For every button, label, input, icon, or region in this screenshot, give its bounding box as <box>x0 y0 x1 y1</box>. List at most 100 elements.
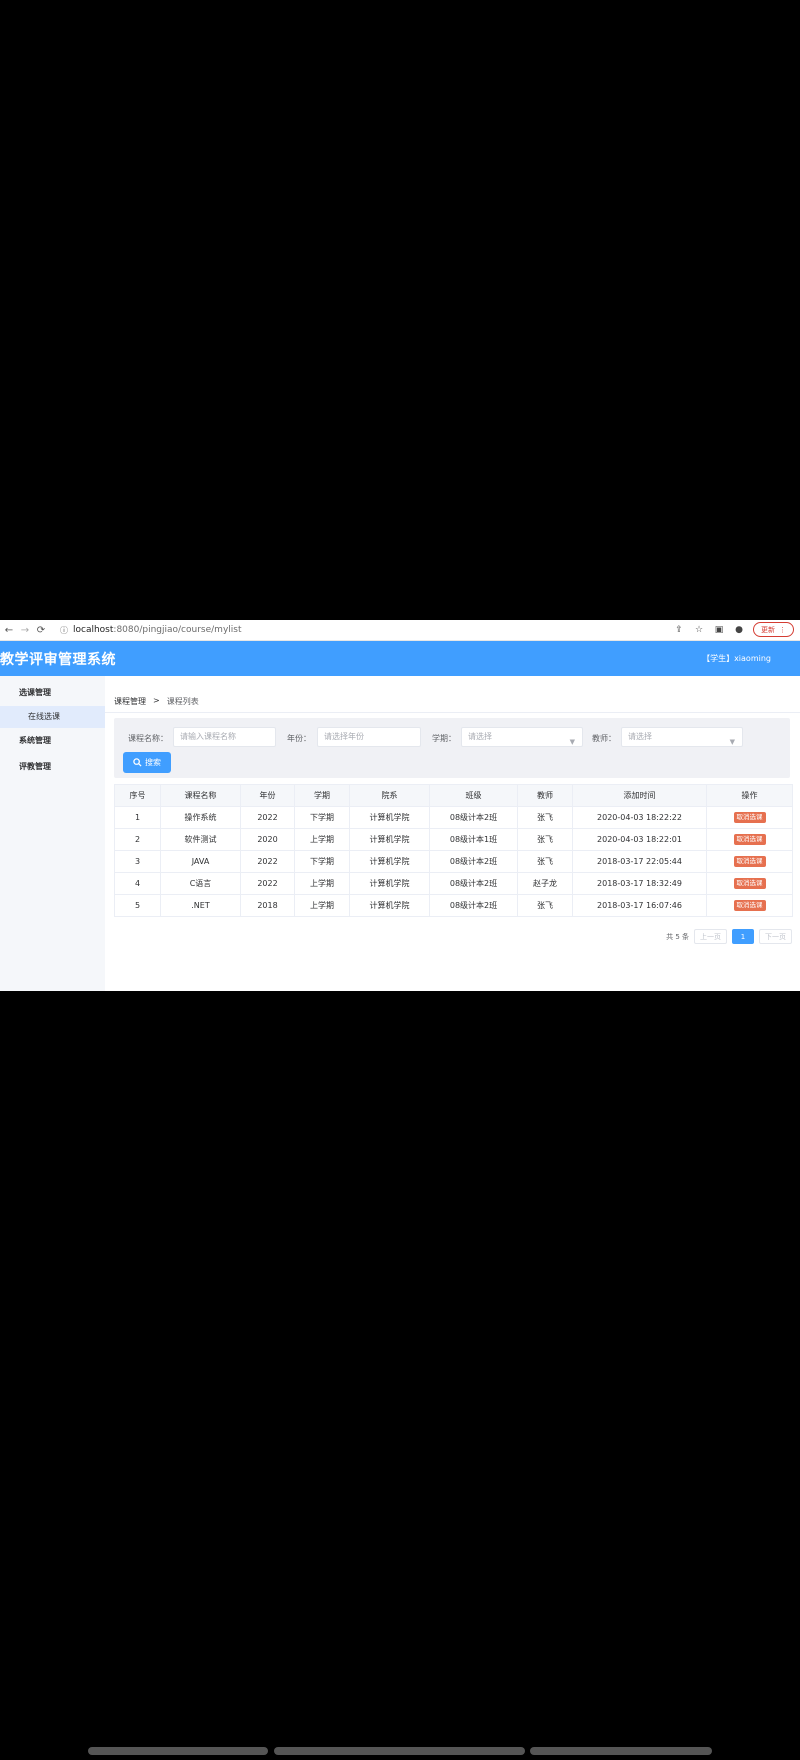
cell-dept: 计算机学院 <box>349 828 430 851</box>
cancel-selection-button[interactable]: 取消选课 <box>733 834 766 845</box>
cell-time: 2020-04-03 18:22:01 <box>572 828 707 851</box>
cancel-selection-button[interactable]: 取消选课 <box>733 900 766 911</box>
cancel-selection-button[interactable]: 取消选课 <box>733 878 766 889</box>
cancel-selection-button[interactable]: 取消选课 <box>733 812 766 823</box>
scroll-strip[interactable] <box>88 1747 268 1755</box>
cell-teacher: 张飞 <box>517 894 573 917</box>
cell-action: 取消选课 <box>706 872 793 895</box>
app-header: 教学评审管理系统 【学生】xiaoming <box>0 641 800 676</box>
breadcrumb-root[interactable]: 课程管理 <box>114 696 146 707</box>
teacher-select-value: 请选择 <box>628 732 652 741</box>
search-icon <box>133 758 142 767</box>
table-row: 4 C语言 2022 上学期 计算机学院 08级计本2班 赵子龙 2018-03… <box>114 872 793 895</box>
update-label: 更新 <box>761 625 775 634</box>
breadcrumb-current: 课程列表 <box>166 697 199 706</box>
cancel-selection-button[interactable]: 取消选课 <box>733 856 766 867</box>
cell-time: 2018-03-17 16:07:46 <box>572 894 707 917</box>
pagination-total: 共 5 条 <box>666 932 689 941</box>
cell-year: 2022 <box>240 872 295 895</box>
table-row: 2 软件测试 2020 上学期 计算机学院 08级计本1班 张飞 2020-04… <box>114 828 793 851</box>
sidebar-group-system[interactable]: 系统管理 <box>0 728 105 754</box>
table-row: 3 JAVA 2022 下学期 计算机学院 08级计本2班 张飞 2018-03… <box>114 850 793 873</box>
cell-action: 取消选课 <box>706 828 793 851</box>
teacher-select[interactable]: 请选择 ▼ <box>621 727 743 747</box>
filter-panel: 课程名称： 请输入课程名称 年份： 请选择年份 学期： 请选择 ▼ 教师： 请选… <box>114 718 790 778</box>
cell-teacher: 张飞 <box>517 828 573 851</box>
cell-term: 上学期 <box>294 828 350 851</box>
cell-course: .NET <box>160 894 241 917</box>
cell-term: 上学期 <box>294 872 350 895</box>
col-header: 教师 <box>517 784 573 807</box>
cell-class: 08级计本2班 <box>429 872 518 895</box>
divider <box>105 712 800 713</box>
cell-year: 2020 <box>240 828 295 851</box>
sidebar-group-course-selection[interactable]: 选课管理 <box>0 680 105 706</box>
cell-year: 2022 <box>240 806 295 829</box>
side-panel-icon[interactable]: ▣ <box>713 624 725 636</box>
cell-dept: 计算机学院 <box>349 894 430 917</box>
cell-class: 08级计本1班 <box>429 828 518 851</box>
url-path: :8080/pingjiao/course/mylist <box>113 625 242 635</box>
sidebar-group-evaluation[interactable]: 评教管理 <box>0 754 105 780</box>
term-select-value: 请选择 <box>468 732 492 741</box>
term-select[interactable]: 请选择 ▼ <box>461 727 583 747</box>
cell-class: 08级计本2班 <box>429 894 518 917</box>
forward-icon[interactable]: → <box>18 623 32 637</box>
cell-action: 取消选课 <box>706 806 793 829</box>
back-icon[interactable]: ← <box>2 623 16 637</box>
cell-dept: 计算机学院 <box>349 850 430 873</box>
chevron-down-icon: ▼ <box>729 738 735 746</box>
share-icon[interactable]: ⇪ <box>673 624 685 636</box>
table-row: 5 .NET 2018 上学期 计算机学院 08级计本2班 张飞 2018-03… <box>114 894 793 917</box>
course-name-input[interactable]: 请输入课程名称 <box>173 727 276 747</box>
breadcrumb-separator: > <box>153 696 160 705</box>
cell-no: 4 <box>114 872 161 895</box>
cell-term: 下学期 <box>294 806 350 829</box>
cell-action: 取消选课 <box>706 850 793 873</box>
prev-page-button[interactable]: 上一页 <box>694 929 727 944</box>
cell-course: JAVA <box>160 850 241 873</box>
more-icon: ⋮ <box>779 625 786 634</box>
reload-icon[interactable]: ⟳ <box>34 623 48 637</box>
col-header: 课程名称 <box>160 784 241 807</box>
chevron-down-icon: ▼ <box>569 738 575 746</box>
col-header: 添加时间 <box>572 784 707 807</box>
cell-no: 5 <box>114 894 161 917</box>
cell-no: 3 <box>114 850 161 873</box>
cell-teacher: 赵子龙 <box>517 872 573 895</box>
cell-time: 2018-03-17 18:32:49 <box>572 872 707 895</box>
search-label: 搜索 <box>145 758 161 767</box>
breadcrumb: 课程管理 > 课程列表 <box>114 696 199 707</box>
next-page-button[interactable]: 下一页 <box>759 929 792 944</box>
year-input[interactable]: 请选择年份 <box>317 727 421 747</box>
teacher-label: 教师： <box>592 734 616 743</box>
sidebar: 选课管理 在线选课 系统管理 评教管理 <box>0 676 105 991</box>
cell-teacher: 张飞 <box>517 850 573 873</box>
site-info-icon[interactable]: ⓘ <box>60 625 68 636</box>
page-number-button[interactable]: 1 <box>732 929 754 944</box>
col-header: 年份 <box>240 784 295 807</box>
col-header: 学期 <box>294 784 350 807</box>
col-header: 操作 <box>706 784 793 807</box>
scroll-strip[interactable] <box>530 1747 712 1755</box>
scroll-strip[interactable] <box>274 1747 525 1755</box>
cell-course: 软件测试 <box>160 828 241 851</box>
sidebar-item-online-selection[interactable]: 在线选课 <box>0 706 105 728</box>
app-title: 教学评审管理系统 <box>0 652 116 668</box>
update-button[interactable]: 更新 ⋮ <box>753 622 794 637</box>
main-content: 课程管理 > 课程列表 课程名称： 请输入课程名称 年份： 请选择年份 学期： … <box>105 676 800 991</box>
col-header: 院系 <box>349 784 430 807</box>
cell-no: 2 <box>114 828 161 851</box>
cell-year: 2018 <box>240 894 295 917</box>
user-label[interactable]: 【学生】xiaoming <box>702 653 771 664</box>
cell-dept: 计算机学院 <box>349 872 430 895</box>
course-name-label: 课程名称： <box>128 734 168 743</box>
cell-year: 2022 <box>240 850 295 873</box>
term-label: 学期： <box>432 734 456 743</box>
profile-icon[interactable]: ● <box>733 624 745 636</box>
search-button[interactable]: 搜索 <box>123 752 171 773</box>
address-bar[interactable]: ⓘ localhost:8080/pingjiao/course/mylist <box>60 622 242 638</box>
star-icon[interactable]: ☆ <box>693 624 705 636</box>
cell-dept: 计算机学院 <box>349 806 430 829</box>
cell-course: C语言 <box>160 872 241 895</box>
